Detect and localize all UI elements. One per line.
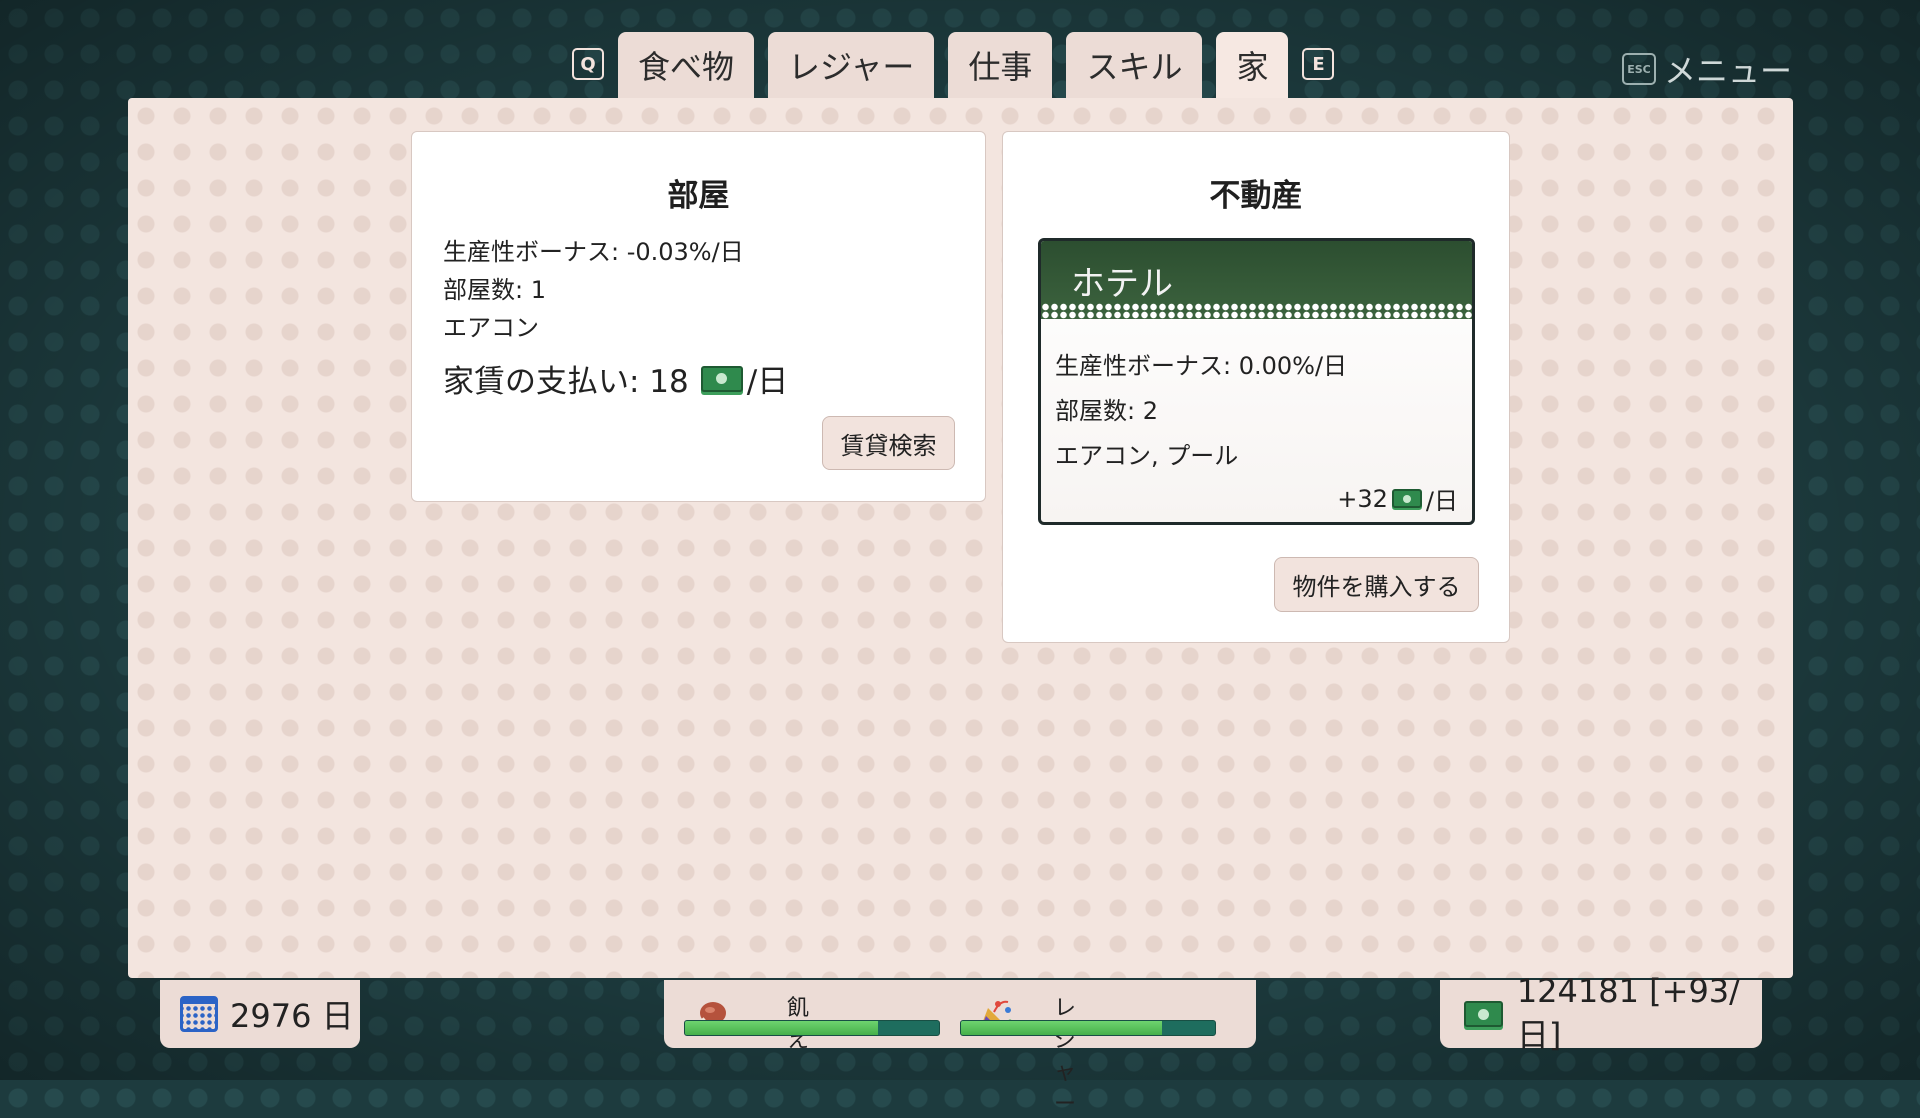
day-counter: 2976 日 [160,980,360,1048]
tab-home[interactable]: 家 [1216,32,1289,98]
funds-display: 124181 [+93/日] [1440,972,1762,1054]
tab-skills[interactable]: スキル [1066,32,1203,98]
leisure-label: レジャー [1054,996,1077,1117]
property-productivity: 生産性ボーナス: 0.00%/日 [1055,352,1348,380]
tab-leisure[interactable]: レジャー [768,32,935,98]
room-amenities: エアコン [443,314,539,342]
leisure-bar-fill [961,1021,1162,1035]
prev-tab-key-hint[interactable]: Q [572,48,604,80]
room-productivity: 生産性ボーナス: -0.03%/日 [443,238,744,266]
next-tab-key-hint[interactable]: E [1302,48,1335,80]
property-name: ホテル [1071,263,1173,304]
rent-unit: /日 [746,364,789,400]
room-card-title: 部屋 [667,178,730,214]
property-income: +32 /日 [1337,481,1458,516]
esc-key-icon: ESC [1622,53,1656,85]
buy-property-button[interactable]: 物件を購入する [1274,557,1479,612]
property-header: ホテル [1041,241,1472,319]
search-rental-button[interactable]: 賃貸検索 [822,416,955,470]
dot-border-decoration [1041,303,1472,319]
hunger-bar-fill [685,1021,879,1035]
calendar-icon [180,996,218,1032]
realestate-card: 不動産 ホテル 生産性ボーナス: 0.00%/日 部屋数: 2 エアコン, プー… [1002,131,1510,643]
leisure-bar [960,1020,1216,1036]
rent-label: 家賃の支払い: 18 [443,364,689,400]
realestate-card-title: 不動産 [1209,178,1303,214]
property-card-hotel[interactable]: ホテル 生産性ボーナス: 0.00%/日 部屋数: 2 エアコン, プール +3… [1038,238,1475,525]
day-count: 2976 日 [230,997,354,1035]
income-unit: /日 [1425,487,1458,515]
menu-label: メニュー [1664,52,1793,90]
needs-panel: 飢え レジャー [664,980,1256,1117]
tab-food[interactable]: 食べ物 [618,32,755,98]
tab-work[interactable]: 仕事 [948,32,1053,98]
room-count: 部屋数: 1 [443,276,546,304]
category-tabs: Q 食べ物 レジャー 仕事 スキル 家 E [572,32,1335,98]
money-icon [700,365,743,392]
money-icon [1391,489,1422,508]
income-amount: +32 [1337,484,1388,513]
property-amenities: エアコン, プール [1055,442,1239,470]
room-card: 部屋 生産性ボーナス: -0.03%/日 部屋数: 1 エアコン 家賃の支払い:… [411,131,986,502]
funds-amount: 124181 [+93/日] [1516,972,1740,1054]
rent-payment: 家賃の支払い: 18 /日 [443,356,788,401]
hunger-bar [684,1020,940,1036]
menu-button[interactable]: ESC メニュー [1622,46,1792,92]
money-icon [1464,1001,1503,1027]
property-room-count: 部屋数: 2 [1055,397,1158,425]
